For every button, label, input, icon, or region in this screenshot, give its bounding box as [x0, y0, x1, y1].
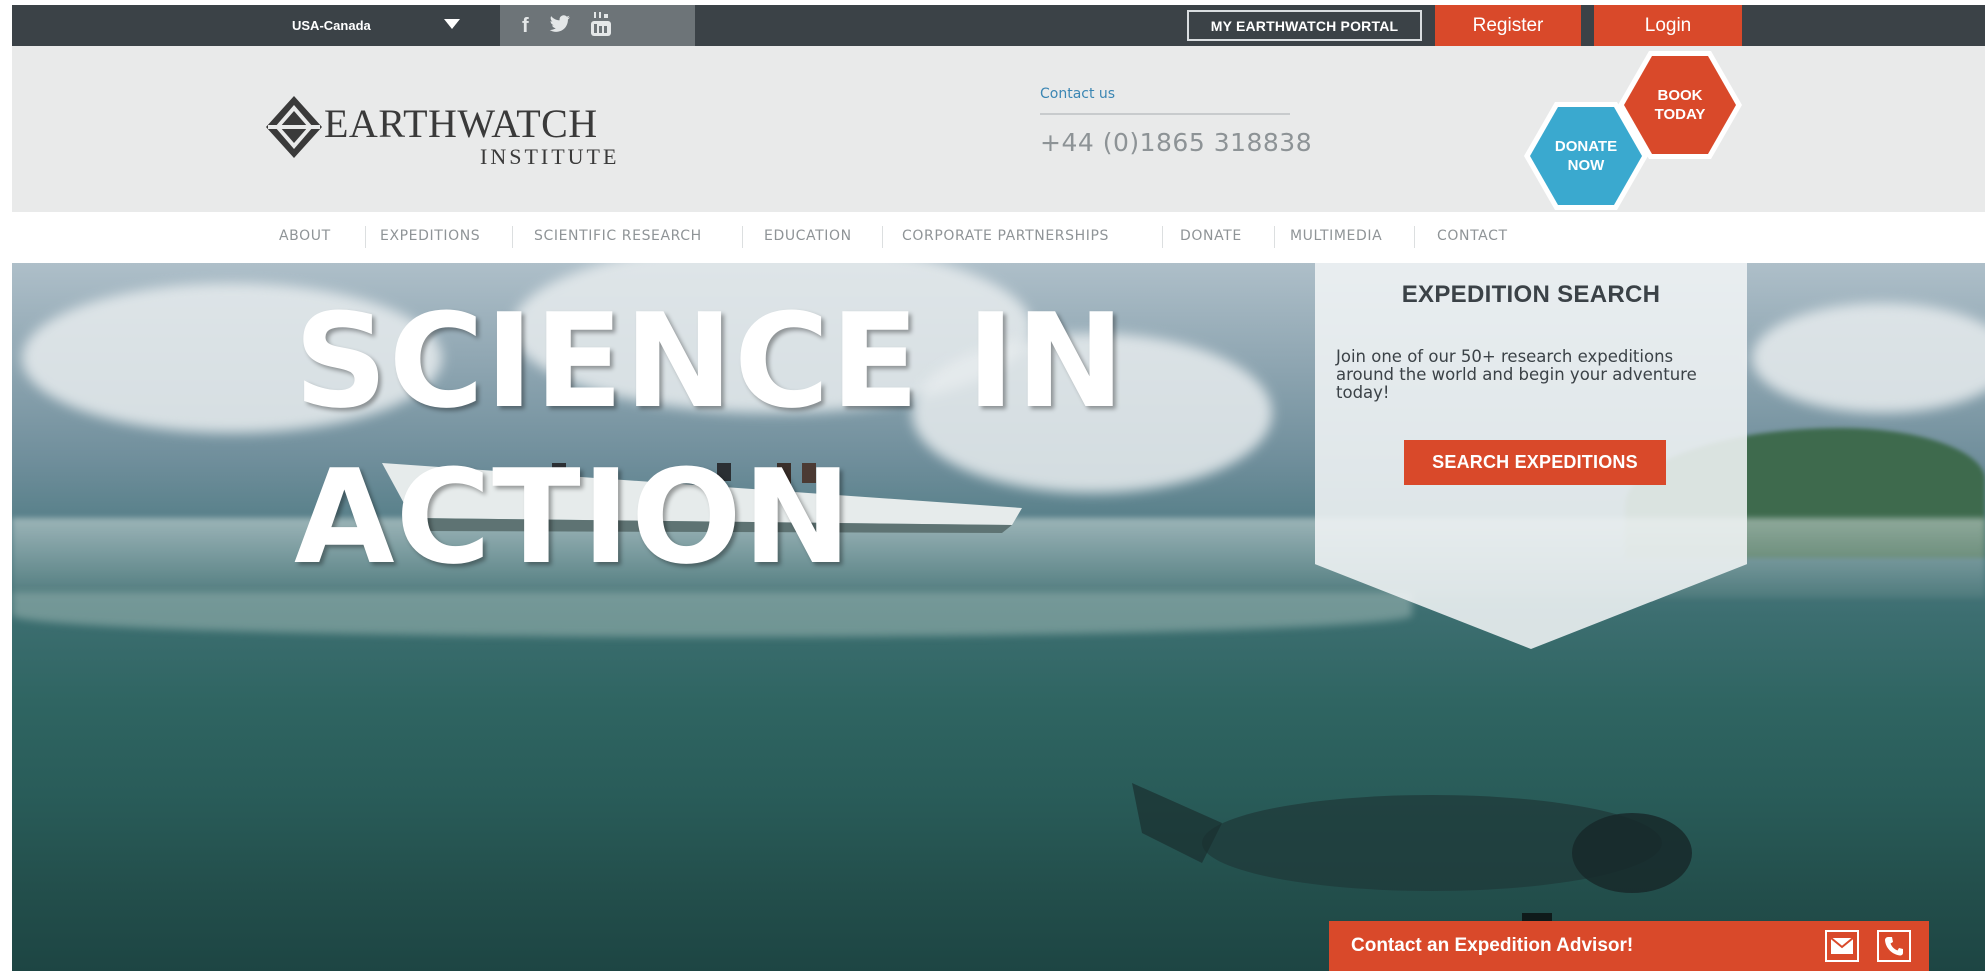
nav-divider [1414, 226, 1415, 248]
book-line2: TODAY [1654, 106, 1706, 123]
nav-item-expeditions[interactable]: EXPEDITIONS [380, 228, 480, 244]
nav-item-corporate-partnerships[interactable]: CORPORATE PARTNERSHIPS [902, 228, 1109, 244]
nav-item-contact[interactable]: CONTACT [1437, 228, 1508, 244]
hero-headline-line2: ACTION [294, 441, 853, 593]
youtube-icon[interactable] [590, 11, 611, 40]
site-header: EARTHWATCH INSTITUTE Contact us +44 (0)1… [12, 46, 1985, 212]
nav-divider [1162, 226, 1163, 248]
expedition-search-description: Join one of our 50+ research expeditions… [1336, 347, 1697, 402]
phone-icon[interactable] [1877, 930, 1911, 962]
top-utility-bar: USA-Canada f MY EARTHWATCH PORTAL Regist… [12, 5, 1985, 46]
advisor-label: Contact an Expedition Advisor! [1351, 935, 1634, 956]
hero-cloud [1752, 303, 1985, 413]
expedition-advisor-bar[interactable]: Contact an Expedition Advisor! [1329, 921, 1929, 971]
logo-wordmark: EARTHWATCH [324, 101, 598, 146]
nav-item-about[interactable]: ABOUT [279, 228, 331, 244]
expedition-search-title: EXPEDITION SEARCH [1401, 281, 1661, 308]
hero-water-ripple [12, 593, 1412, 637]
logo-diamond-icon [266, 96, 322, 158]
my-earthwatch-portal-button[interactable]: MY EARTHWATCH PORTAL [1187, 10, 1422, 41]
chevron-down-icon [444, 19, 460, 29]
snorkeler-illustration [1132, 783, 1692, 933]
contact-divider [1040, 113, 1290, 115]
hero-headline: SCIENCE IN ACTION [294, 283, 1126, 595]
earthwatch-logo[interactable]: EARTHWATCH INSTITUTE [264, 94, 634, 174]
contact-phone[interactable]: +44 (0)1865 318838 [1040, 128, 1312, 157]
region-label: USA-Canada [292, 18, 371, 33]
donate-line1: DONATE [1554, 138, 1618, 155]
nav-divider [882, 226, 883, 248]
nav-divider [365, 226, 366, 248]
nav-divider [1274, 226, 1275, 248]
nav-item-education[interactable]: EDUCATION [764, 228, 852, 244]
nav-divider [512, 226, 513, 248]
main-navigation: ABOUT EXPEDITIONS SCIENTIFIC RESEARCH ED… [12, 212, 1985, 263]
book-line1: BOOK [1657, 87, 1703, 104]
hero-banner: SCIENCE IN ACTION EXPEDITION SEARCH Join… [12, 263, 1985, 971]
logo-subtitle: INSTITUTE [480, 144, 620, 169]
nav-item-donate[interactable]: DONATE [1180, 228, 1242, 244]
twitter-icon[interactable] [549, 14, 571, 37]
facebook-icon[interactable]: f [522, 16, 529, 36]
email-icon[interactable] [1825, 930, 1859, 962]
contact-us-link[interactable]: Contact us [1040, 86, 1115, 102]
register-button[interactable]: Register [1435, 5, 1581, 46]
hero-headline-line1: SCIENCE IN [294, 285, 1126, 437]
donate-line2: NOW [1567, 157, 1605, 174]
login-button[interactable]: Login [1594, 5, 1742, 46]
nav-item-scientific-research[interactable]: SCIENTIFIC RESEARCH [534, 228, 702, 244]
nav-item-multimedia[interactable]: MULTIMEDIA [1290, 228, 1382, 244]
region-selector[interactable]: USA-Canada [280, 5, 498, 46]
search-expeditions-button[interactable]: SEARCH EXPEDITIONS [1404, 440, 1666, 485]
social-links: f [500, 5, 695, 46]
nav-divider [742, 226, 743, 248]
